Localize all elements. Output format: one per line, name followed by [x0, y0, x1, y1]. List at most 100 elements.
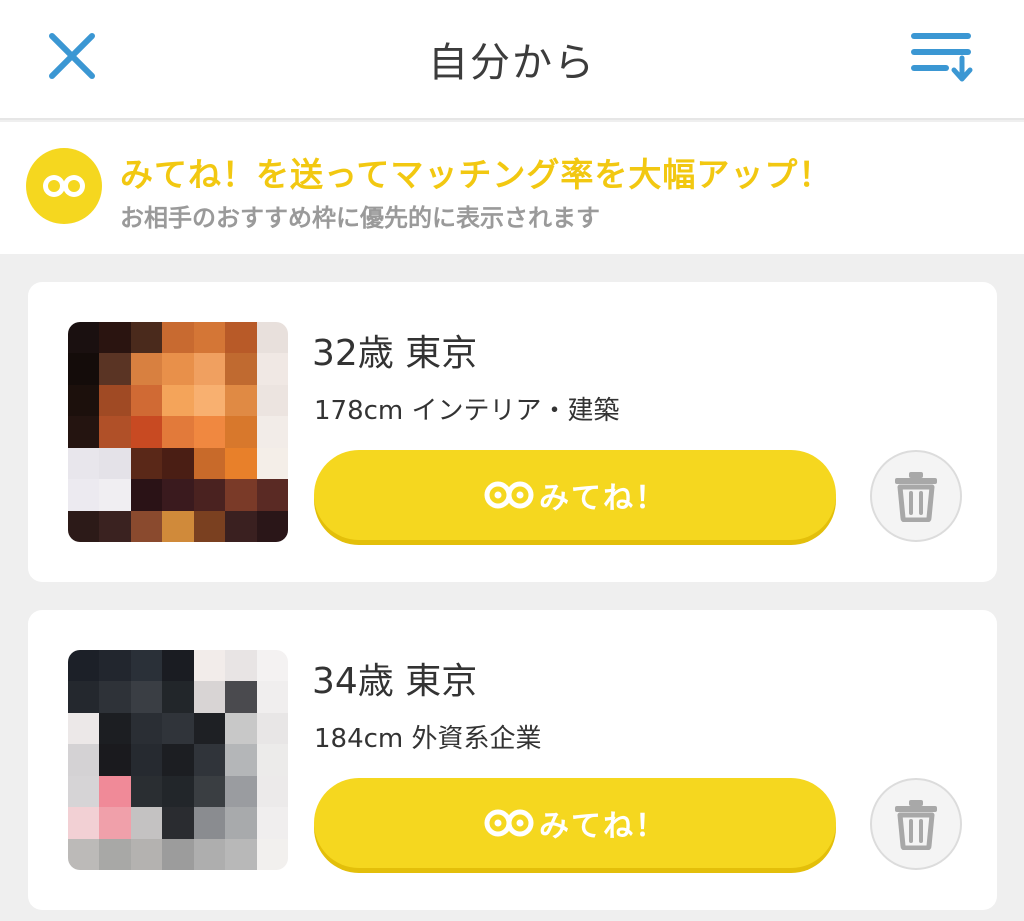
photo-mosaic-cell — [162, 744, 194, 776]
photo-mosaic-cell — [256, 838, 288, 870]
photo-mosaic-cell — [256, 650, 288, 682]
photo-mosaic-cell — [162, 479, 194, 511]
photo-mosaic-cell — [130, 416, 163, 448]
photo-mosaic-cell — [99, 384, 131, 417]
photo-mosaic-cell — [130, 447, 163, 480]
photo-mosaic-cell — [68, 322, 100, 354]
photo-mosaic-cell — [256, 479, 288, 511]
photo-mosaic-cell — [162, 384, 194, 417]
mitene-button-label: みてね！ — [539, 481, 667, 516]
trash-icon — [895, 800, 937, 850]
photo-mosaic-cell — [68, 353, 100, 385]
profile-age-location: 34歳 東京 — [312, 661, 478, 702]
photo-mosaic-cell — [225, 447, 257, 480]
trash-icon — [895, 472, 937, 522]
photo-mosaic-cell — [99, 479, 131, 511]
photo-mosaic-cell — [256, 416, 288, 448]
photo-mosaic-cell — [68, 416, 100, 448]
photo-mosaic-cell — [99, 838, 131, 870]
photo-mosaic-cell — [68, 744, 100, 776]
sort-button[interactable] — [908, 26, 980, 86]
photo-mosaic-cell — [256, 807, 288, 839]
mitene-button-label: みてね！ — [539, 809, 667, 844]
photo-mosaic-cell — [256, 744, 288, 776]
photo-mosaic-cell — [256, 712, 288, 745]
photo-mosaic-cell — [99, 447, 131, 480]
photo-mosaic-cell — [193, 744, 226, 776]
photo-mosaic-cell — [193, 807, 226, 839]
page-title: 自分から — [428, 40, 596, 86]
photo-mosaic-cell — [256, 775, 288, 808]
promo-banner: みてね！を送ってマッチング率を大幅アップ！ お相手のおすすめ枠に優先的に表示され… — [0, 122, 1024, 254]
delete-button[interactable] — [870, 450, 962, 542]
photo-mosaic-cell — [68, 447, 100, 480]
photo-mosaic-cell — [225, 416, 257, 448]
photo-mosaic-cell — [68, 384, 100, 417]
photo-mosaic-cell — [99, 650, 131, 682]
promo-subtitle: お相手のおすすめ枠に優先的に表示されます — [120, 204, 600, 232]
photo-mosaic-cell — [193, 416, 226, 448]
photo-mosaic-cell — [225, 384, 257, 417]
photo-mosaic-cell — [256, 384, 288, 417]
photo-mosaic-cell — [162, 681, 194, 713]
photo-mosaic-cell — [99, 510, 131, 542]
sort-icon — [911, 33, 973, 82]
photo-mosaic-cell — [162, 447, 194, 480]
photo-mosaic-cell — [256, 510, 288, 542]
photo-mosaic-cell — [225, 510, 257, 542]
photo-mosaic-cell — [225, 322, 257, 354]
photo-mosaic-cell — [130, 838, 163, 870]
photo-mosaic-cell — [225, 681, 257, 713]
photo-mosaic-cell — [130, 510, 163, 542]
photo-mosaic-cell — [225, 838, 257, 870]
photo-mosaic-cell — [225, 744, 257, 776]
photo-mosaic-cell — [193, 838, 226, 870]
profile-details: 178cm インテリア・建築 — [314, 396, 620, 426]
photo-mosaic-cell — [130, 322, 163, 354]
photo-mosaic-cell — [130, 775, 163, 808]
profile-details: 184cm 外資系企業 — [314, 724, 542, 754]
photo-mosaic-cell — [225, 775, 257, 808]
mitene-button[interactable]: みてね！ — [314, 778, 836, 868]
profile-card[interactable]: 34歳 東京 184cm 外資系企業 みてね！ — [28, 610, 997, 910]
photo-mosaic-cell — [68, 510, 100, 542]
photo-mosaic-cell — [225, 650, 257, 682]
delete-button[interactable] — [870, 778, 962, 870]
photo-mosaic-cell — [130, 384, 163, 417]
mitene-button[interactable]: みてね！ — [314, 450, 836, 540]
profile-photo[interactable] — [68, 322, 288, 542]
top-bar: 自分から — [0, 0, 1024, 120]
photo-mosaic-cell — [68, 681, 100, 713]
photo-mosaic-cell — [130, 353, 163, 385]
photo-mosaic-cell — [68, 807, 100, 839]
profile-age-location: 32歳 東京 — [312, 333, 478, 374]
photo-mosaic-cell — [162, 322, 194, 354]
photo-mosaic-cell — [130, 479, 163, 511]
photo-mosaic-cell — [99, 681, 131, 713]
eyes-icon — [484, 809, 534, 837]
photo-mosaic-cell — [68, 479, 100, 511]
photo-mosaic-cell — [162, 353, 194, 385]
profile-photo[interactable] — [68, 650, 288, 870]
photo-mosaic-cell — [225, 807, 257, 839]
photo-mosaic-cell — [162, 416, 194, 448]
photo-mosaic-cell — [162, 838, 194, 870]
photo-mosaic-cell — [225, 712, 257, 745]
photo-mosaic-cell — [193, 447, 226, 480]
photo-mosaic-cell — [256, 322, 288, 354]
eyes-icon — [484, 481, 534, 509]
photo-mosaic-cell — [130, 681, 163, 713]
photo-mosaic-cell — [99, 775, 131, 808]
photo-mosaic-cell — [193, 510, 226, 542]
photo-mosaic-cell — [256, 447, 288, 480]
photo-mosaic-cell — [68, 775, 100, 808]
photo-mosaic-cell — [193, 650, 226, 682]
photo-mosaic-cell — [130, 807, 163, 839]
photo-mosaic-cell — [193, 322, 226, 354]
photo-mosaic-cell — [68, 838, 100, 870]
photo-mosaic-cell — [193, 712, 226, 745]
photo-mosaic-cell — [256, 681, 288, 713]
profile-card[interactable]: 32歳 東京 178cm インテリア・建築 みてね！ — [28, 282, 997, 582]
photo-mosaic-cell — [99, 416, 131, 448]
photo-mosaic-cell — [193, 479, 226, 511]
